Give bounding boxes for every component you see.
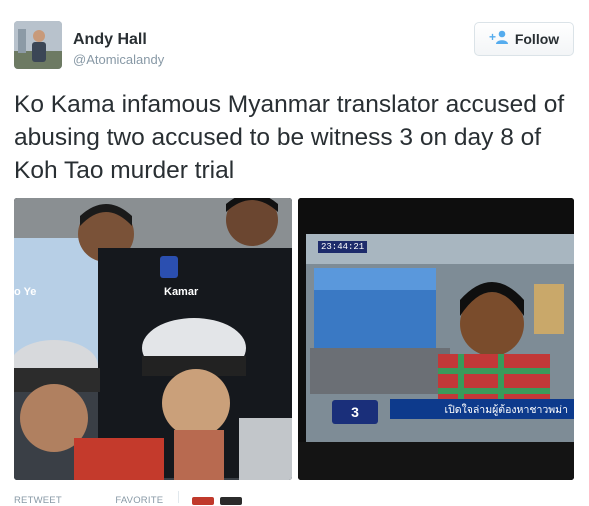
add-user-icon: + [489, 30, 509, 49]
tv-channel-logo: 3 [332, 400, 378, 424]
favorites-label[interactable]: FAVORITE [115, 495, 163, 506]
tweet-photo-2[interactable]: 23:44:21 3 เปิดใจล่ามผู้ต้องหาชาวพม่า [298, 198, 574, 480]
tweet-stats: RETWEET FAVORITE [14, 495, 163, 506]
user-name[interactable]: Andy Hall [73, 31, 147, 49]
tweet-text: Ko Kama infamous Myanmar translator accu… [14, 91, 565, 184]
tv-ticker-text: เปิดใจล่ามผู้ต้องหาชาวพม่า [444, 403, 568, 416]
user-handle[interactable]: @Atomicalandy [73, 52, 164, 67]
tv-ticker: เปิดใจล่ามผู้ต้องหาชาวพม่า [390, 399, 574, 419]
avatar[interactable] [14, 21, 62, 69]
tweet-photo-1[interactable]: o Ye Kamar [14, 198, 292, 480]
photo-caption-right: Kamar [164, 286, 199, 298]
photo-caption-left: o Ye [14, 286, 37, 298]
tv-timestamp: 23:44:21 [318, 241, 368, 253]
follow-button[interactable]: + Follow [474, 22, 574, 56]
retweets-label[interactable]: RETWEET [14, 495, 62, 506]
stats-divider [178, 491, 179, 503]
favoriter-avatar-2[interactable] [220, 497, 242, 505]
tv-channel-number: 3 [351, 404, 359, 420]
svg-text:+: + [489, 30, 496, 44]
follow-label: Follow [514, 31, 560, 47]
favoriter-avatar-1[interactable] [192, 497, 214, 505]
